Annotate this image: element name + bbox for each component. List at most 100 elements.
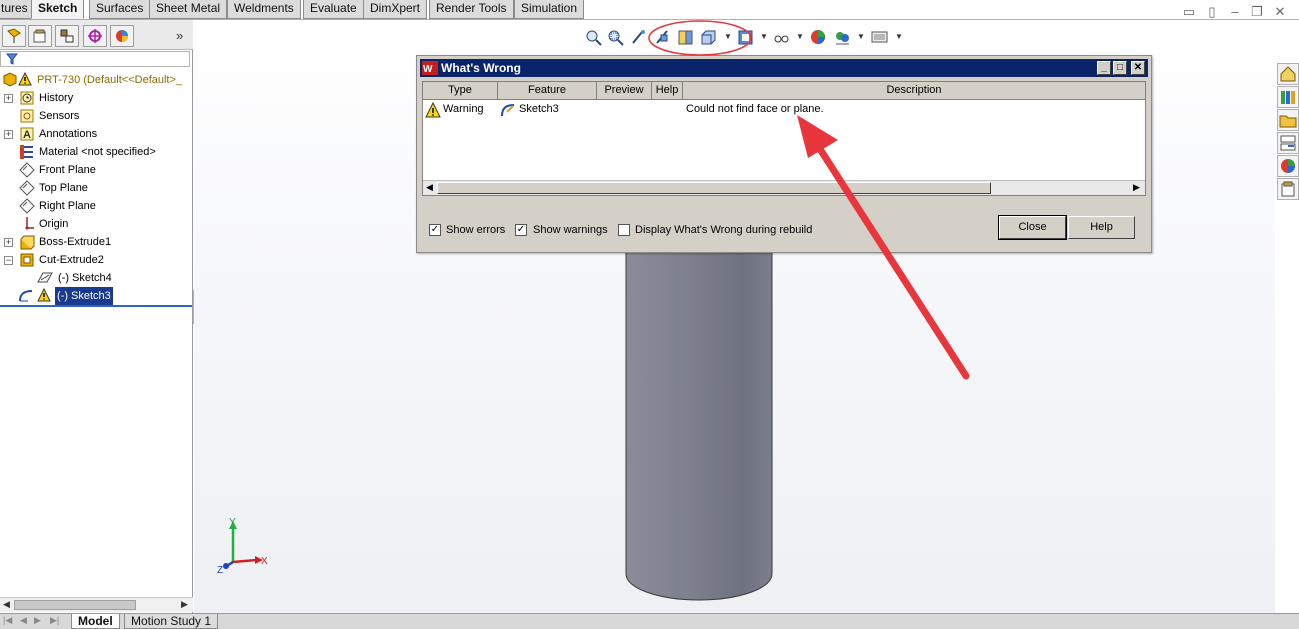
- column-header-feature[interactable]: Feature: [498, 82, 597, 100]
- expand-toggle[interactable]: +: [4, 94, 13, 103]
- scroll-thumb[interactable]: [437, 182, 991, 194]
- show-warnings-checkbox[interactable]: ✓: [515, 224, 527, 236]
- dropdown-chevron-icon[interactable]: ▼: [895, 32, 903, 41]
- tab-evaluate[interactable]: Evaluate: [303, 0, 364, 19]
- last-tab-icon[interactable]: ▶|: [50, 615, 59, 626]
- file-explorer-button[interactable]: [1277, 109, 1299, 131]
- tree-label: Origin: [39, 218, 69, 230]
- cylinder-model[interactable]: [624, 240, 776, 604]
- appearances-button[interactable]: [1277, 155, 1299, 177]
- view-orientation-icon[interactable]: [677, 29, 694, 46]
- tab-weldments[interactable]: Weldments: [227, 0, 301, 19]
- display-during-rebuild-label: Display What's Wrong during rebuild: [635, 224, 813, 236]
- collapse-toggle[interactable]: −: [4, 256, 13, 265]
- close-button[interactable]: Close: [998, 215, 1067, 240]
- dropdown-chevron-icon[interactable]: ▼: [796, 32, 804, 41]
- minimize-button[interactable]: _: [1097, 61, 1111, 75]
- tree-item-boss-extrude1[interactable]: + Boss-Extrude1: [0, 233, 193, 251]
- first-tab-icon[interactable]: |◀: [3, 615, 12, 626]
- custom-properties-button[interactable]: [1277, 178, 1299, 200]
- tab-render-tools[interactable]: Render Tools: [429, 0, 514, 19]
- scene-icon[interactable]: [834, 29, 851, 46]
- tab-sheet-metal[interactable]: Sheet Metal: [149, 0, 228, 19]
- tree-item-history[interactable]: + History: [0, 89, 193, 107]
- tab-model[interactable]: Model: [71, 614, 120, 629]
- prev-tab-icon[interactable]: ◀: [20, 615, 27, 626]
- zoom-to-fit-icon[interactable]: [585, 29, 602, 46]
- view-palette-button[interactable]: [1277, 132, 1299, 154]
- previous-view-icon[interactable]: [630, 29, 647, 46]
- expand-toggle[interactable]: +: [4, 130, 13, 139]
- scroll-thumb[interactable]: [14, 600, 136, 610]
- tree-item-sketch3[interactable]: (-) Sketch3: [0, 287, 193, 305]
- axis-z-label: Z: [217, 565, 223, 575]
- maximize-button[interactable]: □: [1113, 61, 1127, 75]
- next-tab-icon[interactable]: ▶: [34, 615, 41, 626]
- tab-motion-study-1[interactable]: Motion Study 1: [124, 614, 219, 629]
- column-header-type[interactable]: Type: [423, 82, 498, 100]
- tree-item-sensors[interactable]: Sensors: [0, 107, 193, 125]
- section-view-icon[interactable]: [654, 29, 671, 46]
- display-style-icon[interactable]: [700, 29, 717, 46]
- tree-item-origin[interactable]: Origin: [0, 215, 193, 233]
- filter-icon: [6, 53, 18, 65]
- tree-item-top-plane[interactable]: Top Plane: [0, 179, 193, 197]
- tree-item-right-plane[interactable]: Right Plane: [0, 197, 193, 215]
- restore-panel-icon[interactable]: ▭: [1182, 5, 1196, 18]
- restore-icon[interactable]: ❐: [1250, 5, 1264, 18]
- tile-icon[interactable]: ▯: [1205, 5, 1219, 18]
- tree-item-cut-extrude2[interactable]: − Cut-Extrude2: [0, 251, 193, 269]
- apply-scene-icon[interactable]: [810, 29, 827, 46]
- display-during-rebuild-checkbox[interactable]: [618, 224, 630, 236]
- table-row[interactable]: Warning Sketch3 Could not find face or p…: [423, 101, 1145, 119]
- design-library-button[interactable]: [1277, 86, 1299, 108]
- expand-chevron-icon[interactable]: »: [176, 28, 183, 43]
- expand-toggle[interactable]: +: [4, 238, 13, 247]
- tree-item-material[interactable]: Material <not specified>: [0, 143, 193, 161]
- horizontal-scrollbar[interactable]: ◀ ▶: [0, 597, 193, 612]
- dimxpert-manager-tab[interactable]: [83, 25, 107, 47]
- tab-dimxpert[interactable]: DimXpert: [363, 0, 428, 19]
- home-button[interactable]: [1277, 63, 1299, 85]
- configuration-manager-tab[interactable]: [55, 25, 79, 47]
- dialog-close-x-button[interactable]: ✕: [1131, 61, 1145, 75]
- property-manager-tab[interactable]: [28, 25, 52, 47]
- tab-surfaces[interactable]: Surfaces: [89, 0, 151, 19]
- hide-show-items-icon[interactable]: [737, 29, 754, 46]
- tree-item-sketch4[interactable]: (-) Sketch4: [0, 269, 193, 287]
- feature-manager-tab[interactable]: [2, 25, 26, 47]
- issues-table: Type Feature Preview Help Description Wa…: [422, 81, 1146, 196]
- edit-appearance-icon[interactable]: [773, 29, 790, 46]
- table-horizontal-scrollbar[interactable]: ◀ ▶: [423, 180, 1145, 195]
- scroll-left-icon[interactable]: ◀: [3, 599, 10, 610]
- column-header-help[interactable]: Help: [652, 82, 683, 100]
- column-header-preview[interactable]: Preview: [597, 82, 652, 100]
- scroll-right-icon[interactable]: ▶: [181, 599, 188, 610]
- minimize-icon[interactable]: –: [1228, 5, 1242, 18]
- dialog-title-bar[interactable]: W What's Wrong _ □ ✕: [420, 59, 1148, 77]
- tab-features[interactable]: tures: [0, 0, 35, 19]
- tree-root-part[interactable]: PRT-730 (Default<<Default>_: [0, 71, 193, 89]
- help-button[interactable]: Help: [1068, 216, 1135, 239]
- dropdown-chevron-icon[interactable]: ▼: [857, 32, 865, 41]
- plane-icon: [19, 162, 35, 178]
- tab-sketch[interactable]: Sketch: [31, 0, 85, 19]
- close-icon[interactable]: ✕: [1273, 5, 1287, 18]
- scroll-left-icon[interactable]: ◀: [426, 182, 433, 193]
- show-errors-checkbox[interactable]: ✓: [429, 224, 441, 236]
- column-header-description[interactable]: Description: [683, 82, 1145, 100]
- feature-filter[interactable]: [0, 51, 190, 67]
- dropdown-chevron-icon[interactable]: ▼: [760, 32, 768, 41]
- zoom-to-area-icon[interactable]: [607, 29, 624, 46]
- dropdown-chevron-icon[interactable]: ▼: [724, 32, 732, 41]
- row-description: Could not find face or plane.: [686, 103, 824, 115]
- row-type: Warning: [443, 103, 484, 115]
- rollback-bar[interactable]: [0, 305, 192, 307]
- tree-item-annotations[interactable]: + A Annotations: [0, 125, 193, 143]
- scroll-right-icon[interactable]: ▶: [1133, 182, 1140, 193]
- tab-simulation[interactable]: Simulation: [514, 0, 585, 19]
- view-settings-icon[interactable]: [871, 29, 888, 46]
- display-manager-tab[interactable]: [110, 25, 134, 47]
- tree-item-front-plane[interactable]: Front Plane: [0, 161, 193, 179]
- task-pane-strip: [1275, 20, 1299, 613]
